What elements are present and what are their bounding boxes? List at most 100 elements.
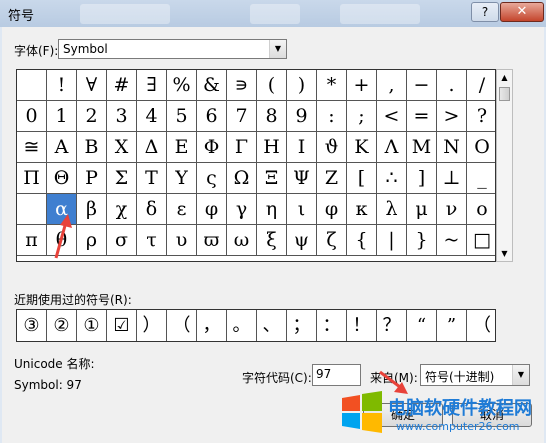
symbol-cell[interactable]: ζ xyxy=(317,225,347,256)
symbol-cell[interactable]: > xyxy=(437,101,467,132)
symbol-cell[interactable]: □ xyxy=(467,225,495,256)
recent-symbol-cell[interactable]: 、 xyxy=(257,310,287,341)
symbol-cell[interactable]: ] xyxy=(407,163,437,194)
recent-symbol-cell[interactable]: ； xyxy=(287,310,317,341)
symbol-cell[interactable]: * xyxy=(317,70,347,101)
symbol-cell[interactable]: ϖ xyxy=(197,225,227,256)
symbol-cell[interactable]: Α xyxy=(47,132,77,163)
symbol-cell[interactable]: η xyxy=(257,194,287,225)
symbol-cell[interactable]: ω xyxy=(227,225,257,256)
symbol-cell[interactable]: Λ xyxy=(377,132,407,163)
symbol-cell[interactable]: ψ xyxy=(287,225,317,256)
symbol-cell[interactable]: { xyxy=(347,225,377,256)
symbol-cell[interactable]: Β xyxy=(77,132,107,163)
scroll-thumb[interactable] xyxy=(499,87,510,101)
symbol-cell[interactable]: ∀ xyxy=(77,70,107,101)
help-button[interactable]: ? xyxy=(471,2,499,22)
symbol-cell[interactable]: ξ xyxy=(257,225,287,256)
symbol-cell[interactable]: Ι xyxy=(287,132,317,163)
symbol-cell[interactable]: 5 xyxy=(167,101,197,132)
symbol-grid-scrollbar[interactable]: ▲ ▼ xyxy=(496,69,513,262)
symbol-cell[interactable]: [ xyxy=(347,163,377,194)
symbol-cell[interactable]: π xyxy=(17,225,47,256)
symbol-cell[interactable]: τ xyxy=(137,225,167,256)
symbol-cell[interactable]: Θ xyxy=(47,163,77,194)
symbol-cell[interactable]: λ xyxy=(377,194,407,225)
recent-symbol-cell[interactable]: ， xyxy=(197,310,227,341)
symbol-cell[interactable]: ! xyxy=(47,70,77,101)
symbol-cell[interactable]: 2 xyxy=(77,101,107,132)
recent-symbol-cell[interactable]: ③ xyxy=(17,310,47,341)
symbol-cell[interactable]: Ω xyxy=(227,163,257,194)
symbol-cell[interactable]: − xyxy=(407,70,437,101)
recent-symbol-cell[interactable]: ？ xyxy=(377,310,407,341)
symbol-cell[interactable]: χ xyxy=(107,194,137,225)
symbol-cell[interactable]: μ xyxy=(407,194,437,225)
symbol-grid[interactable]: ! ∀ # ∃% & ∍() * +, −./ 0 1 2 3 4 5 6 7 8 9:; < = >? ≅ Α Β Χ Δ Ε Φ Γ Η… xyxy=(16,69,496,262)
symbol-cell[interactable]: Ο xyxy=(467,132,495,163)
symbol-cell[interactable]: ( xyxy=(257,70,287,101)
symbol-cell[interactable]: ι xyxy=(287,194,317,225)
symbol-cell[interactable]: Ρ xyxy=(77,163,107,194)
symbol-cell[interactable]: Κ xyxy=(347,132,377,163)
symbol-cell[interactable]: 3 xyxy=(107,101,137,132)
symbol-cell[interactable]: Η xyxy=(257,132,287,163)
symbol-cell[interactable]: Χ xyxy=(107,132,137,163)
symbol-cell[interactable]: Ε xyxy=(167,132,197,163)
symbol-cell[interactable]: + xyxy=(347,70,377,101)
recent-symbol-cell[interactable]: ” xyxy=(437,310,467,341)
symbol-cell[interactable]: ν xyxy=(437,194,467,225)
symbol-cell[interactable]: ς xyxy=(197,163,227,194)
symbol-cell[interactable]: 9 xyxy=(287,101,317,132)
scroll-down-icon[interactable]: ▼ xyxy=(497,246,512,261)
recent-symbol-cell[interactable]: ！ xyxy=(347,310,377,341)
symbol-cell[interactable]: ∍ xyxy=(227,70,257,101)
symbol-cell[interactable]: ε xyxy=(167,194,197,225)
symbol-cell[interactable]: Ξ xyxy=(257,163,287,194)
symbol-cell[interactable]: 0 xyxy=(17,101,47,132)
symbol-cell[interactable]: & xyxy=(197,70,227,101)
chevron-down-icon[interactable]: ▼ xyxy=(269,40,286,58)
symbol-cell[interactable]: . xyxy=(437,70,467,101)
symbol-cell[interactable]: σ xyxy=(107,225,137,256)
symbol-cell[interactable]: # xyxy=(107,70,137,101)
recent-symbol-cell[interactable]: ② xyxy=(47,310,77,341)
symbol-cell[interactable]: = xyxy=(407,101,437,132)
symbol-cell[interactable]: ∃ xyxy=(137,70,167,101)
symbol-cell[interactable] xyxy=(17,70,47,101)
symbol-cell[interactable]: 6 xyxy=(197,101,227,132)
symbol-cell[interactable]: Δ xyxy=(137,132,167,163)
symbol-cell[interactable]: ~ xyxy=(437,225,467,256)
symbol-cell[interactable]: Φ xyxy=(197,132,227,163)
symbol-cell[interactable]: ρ xyxy=(77,225,107,256)
font-select[interactable]: Symbol ▼ xyxy=(58,39,287,59)
symbol-cell[interactable]: Μ xyxy=(407,132,437,163)
symbol-cell[interactable]: ) xyxy=(287,70,317,101)
symbol-cell[interactable]: 7 xyxy=(227,101,257,132)
symbol-cell[interactable]: : xyxy=(317,101,347,132)
scroll-up-icon[interactable]: ▲ xyxy=(497,70,512,85)
symbol-cell[interactable]: 4 xyxy=(137,101,167,132)
symbol-cell[interactable]: ≅ xyxy=(17,132,47,163)
symbol-cell[interactable]: Ψ xyxy=(287,163,317,194)
recent-symbol-cell[interactable]: ： xyxy=(317,310,347,341)
symbol-cell[interactable]: γ xyxy=(227,194,257,225)
symbol-cell[interactable]: δ xyxy=(137,194,167,225)
symbol-cell[interactable]: φ xyxy=(197,194,227,225)
recent-symbol-cell[interactable]: ☑ xyxy=(107,310,137,341)
symbol-cell[interactable]: φ xyxy=(317,194,347,225)
symbol-cell[interactable]: Γ xyxy=(227,132,257,163)
symbol-cell[interactable]: ⊥ xyxy=(437,163,467,194)
recent-symbol-cell[interactable]: ① xyxy=(77,310,107,341)
symbol-cell[interactable]: / xyxy=(467,70,495,101)
from-select[interactable]: 符号(十进制) ▼ xyxy=(420,364,530,386)
recent-symbol-cell[interactable]: ） xyxy=(137,310,167,341)
close-button[interactable]: ✕ xyxy=(500,2,544,22)
symbol-cell[interactable]: 8 xyxy=(257,101,287,132)
symbol-cell[interactable]: , xyxy=(377,70,407,101)
symbol-cell[interactable]: υ xyxy=(167,225,197,256)
char-code-input[interactable]: 97 xyxy=(312,364,361,386)
symbol-cell[interactable]: Ζ xyxy=(317,163,347,194)
symbol-cell[interactable]: } xyxy=(407,225,437,256)
symbol-cell[interactable]: < xyxy=(377,101,407,132)
